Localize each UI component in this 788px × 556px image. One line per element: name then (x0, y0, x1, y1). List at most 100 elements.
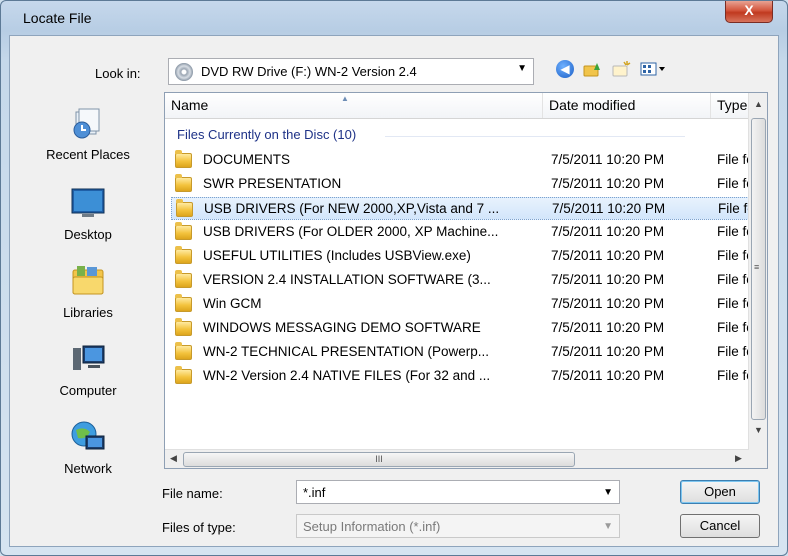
file-date: 7/5/2011 10:20 PM (551, 344, 665, 359)
places-bar: Recent Places Desktop Libraries Computer… (16, 88, 160, 476)
view-menu-icon (640, 62, 665, 76)
folder-icon (175, 174, 192, 192)
column-header-date-modified[interactable]: Date modified (543, 93, 711, 118)
back-button[interactable]: ◀ (554, 58, 576, 80)
file-type: File fol (717, 344, 749, 359)
column-name-label: Name (171, 97, 209, 113)
horizontal-scrollbar[interactable]: ◀ III ▶ (165, 449, 749, 468)
scroll-right-icon[interactable]: ▶ (735, 453, 742, 464)
file-type: File fol (717, 152, 749, 167)
file-name: SWR PRESENTATION (203, 176, 342, 191)
place-label: Libraries (63, 305, 113, 320)
place-network[interactable]: Network (16, 420, 160, 476)
close-button[interactable]: X (725, 1, 773, 23)
file-row-windows-messaging[interactable]: WINDOWS MESSAGING DEMO SOFTWARE 7/5/2011… (171, 317, 749, 340)
file-row-usb-drivers-older[interactable]: USB DRIVERS (For OLDER 2000, XP Machine.… (171, 221, 749, 244)
horizontal-scroll-thumb[interactable]: III (183, 452, 575, 467)
file-row-documents[interactable]: DOCUMENTS 7/5/2011 10:20 PM File fol (171, 149, 749, 172)
column-type-label: Type (717, 97, 748, 113)
file-name-value: *.inf (303, 485, 326, 500)
files-of-type-select[interactable]: Setup Information (*.inf) ▼ (296, 514, 620, 538)
place-libraries[interactable]: Libraries (16, 264, 160, 320)
file-date: 7/5/2011 10:20 PM (551, 368, 665, 383)
file-row-wn2-technical[interactable]: WN-2 TECHNICAL PRESENTATION (Powerp... 7… (171, 341, 749, 364)
file-name: Win GCM (203, 296, 262, 311)
file-type: File fol (717, 224, 749, 239)
scroll-up-icon[interactable]: ▲ (754, 99, 763, 109)
scroll-left-icon[interactable]: ◀ (170, 453, 177, 464)
group-header[interactable]: Files Currently on the Disc (10) (177, 127, 356, 142)
file-type: File fol (718, 201, 750, 216)
open-button[interactable]: Open (680, 480, 760, 504)
grip-icon: III (375, 454, 383, 464)
folder-icon (175, 150, 192, 168)
libraries-icon (72, 266, 104, 295)
vertical-scroll-thumb[interactable]: ≡ (751, 118, 766, 420)
toolbar: ◀ (554, 58, 668, 80)
title-bar[interactable]: Locate File X (1, 1, 787, 35)
new-folder-icon (612, 61, 631, 77)
up-folder-icon (583, 63, 600, 77)
vertical-scrollbar[interactable]: ▲ ≡ ▼ (748, 93, 767, 468)
file-name: USEFUL UTILITIES (Includes USBView.exe) (203, 248, 471, 263)
folder-icon (175, 294, 192, 312)
dialog-body: Look in: DVD RW Drive (F:) WN-2 Version … (9, 35, 779, 547)
file-date: 7/5/2011 10:20 PM (551, 224, 665, 239)
file-row-version-installation[interactable]: VERSION 2.4 INSTALLATION SOFTWARE (3... … (171, 269, 749, 292)
file-row-useful-utilities[interactable]: USEFUL UTILITIES (Includes USBView.exe) … (171, 245, 749, 268)
file-type: File fol (717, 176, 749, 191)
folder-icon (175, 222, 192, 240)
column-header-name[interactable]: Name ▲ (165, 93, 543, 118)
scroll-down-icon[interactable]: ▼ (754, 425, 763, 435)
file-type: File fol (717, 248, 749, 263)
file-date: 7/5/2011 10:20 PM (551, 272, 665, 287)
file-type: File fol (717, 296, 749, 311)
file-date: 7/5/2011 10:20 PM (551, 296, 665, 311)
dvd-drive-icon (175, 62, 193, 81)
file-row-win-gcm[interactable]: Win GCM 7/5/2011 10:20 PM File fol (171, 293, 749, 316)
folder-icon (175, 318, 192, 336)
file-date: 7/5/2011 10:20 PM (551, 152, 665, 167)
place-computer[interactable]: Computer (16, 342, 160, 398)
column-header-row: Name ▲ Date modified Type (165, 93, 749, 119)
file-row-wn2-native-files[interactable]: WN-2 Version 2.4 NATIVE FILES (For 32 an… (171, 365, 749, 388)
file-date: 7/5/2011 10:20 PM (551, 176, 665, 191)
file-date: 7/5/2011 10:20 PM (551, 320, 665, 335)
place-recent-places[interactable]: Recent Places (16, 106, 160, 162)
file-row-usb-drivers-new[interactable]: USB DRIVERS (For NEW 2000,XP,Vista and 7… (171, 197, 750, 220)
dialog-title: Locate File (23, 10, 92, 26)
file-name-input[interactable]: *.inf ▼ (296, 480, 620, 504)
cancel-button[interactable]: Cancel (680, 514, 760, 538)
chevron-down-icon[interactable]: ▼ (603, 481, 613, 505)
up-folder-button[interactable] (582, 58, 604, 80)
group-divider (385, 136, 685, 137)
column-date-label: Date modified (549, 97, 636, 113)
desktop-icon (71, 188, 105, 217)
place-desktop[interactable]: Desktop (16, 186, 160, 242)
file-name: DOCUMENTS (203, 152, 290, 167)
look-in-label: Look in: (95, 66, 141, 81)
folder-icon (175, 366, 192, 384)
files-of-type-label: Files of type: (162, 520, 236, 535)
file-list[interactable]: Name ▲ Date modified Type Files Currently… (164, 92, 768, 469)
new-folder-button[interactable] (610, 58, 632, 80)
file-name: WN-2 Version 2.4 NATIVE FILES (For 32 an… (203, 368, 491, 383)
back-icon: ◀ (556, 60, 574, 78)
file-row-swr-presentation[interactable]: SWR PRESENTATION 7/5/2011 10:20 PM File … (171, 173, 749, 196)
file-type: File fol (717, 320, 749, 335)
folder-icon (175, 246, 192, 264)
locate-file-dialog: Locate File X Look in: DVD RW Drive (F:)… (0, 0, 788, 556)
chevron-down-icon: ▼ (517, 63, 527, 74)
computer-icon (73, 345, 105, 370)
sort-ascending-icon: ▲ (341, 94, 349, 103)
recent-places-icon (73, 108, 100, 139)
file-name: WN-2 TECHNICAL PRESENTATION (Powerp... (203, 344, 490, 359)
folder-icon (175, 342, 192, 360)
view-menu-button[interactable] (638, 58, 668, 80)
chevron-down-icon: ▼ (603, 521, 613, 532)
file-name-label: File name: (162, 486, 223, 501)
folder-icon (176, 199, 193, 217)
close-icon: X (744, 2, 754, 18)
file-date: 7/5/2011 10:20 PM (552, 201, 666, 216)
look-in-dropdown[interactable]: DVD RW Drive (F:) WN-2 Version 2.4 ▼ (168, 58, 534, 85)
